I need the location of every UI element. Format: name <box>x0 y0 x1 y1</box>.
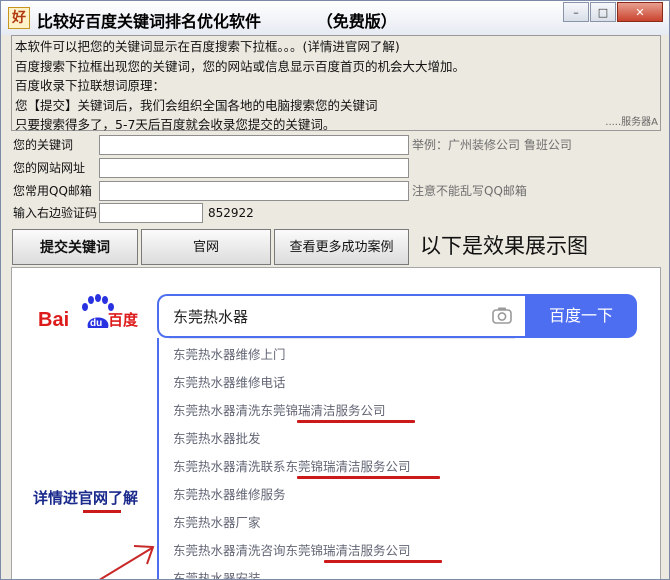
url-label: 您的网站网址 <box>13 161 86 175</box>
qq-email-input[interactable] <box>99 181 409 201</box>
logo-du: du <box>90 318 102 329</box>
more-cases-button[interactable]: 查看更多成功案例 <box>274 229 409 265</box>
suggestion-item: 东莞热水器维修电话 <box>173 375 286 390</box>
suggestion-item: 东莞热水器厂家 <box>173 515 261 530</box>
captcha-input[interactable] <box>99 203 203 223</box>
logo-bai: Bai <box>38 309 69 331</box>
info-line: 百度搜索下拉框出现您的关键词，您的网站或信息显示百度首页的机会大大增加。 <box>15 58 466 74</box>
camera-icon <box>492 307 512 324</box>
suggestion-dropdown: 东莞热水器维修上门 东莞热水器维修电话 东莞热水器清洗东莞锦瑞清洁服务公司 东莞… <box>157 338 525 580</box>
suggestion-item: 东莞热水器维修上门 <box>173 347 286 362</box>
title-bar[interactable]: 好 比较好百度关键词排名优化软件 （免费版） – □ ✕ <box>1 1 669 35</box>
highlight-underline <box>297 476 440 479</box>
server-label: .....服务器A <box>605 117 658 128</box>
effect-title: 以下是效果展示图 <box>420 234 588 258</box>
qq-hint: 注意不能乱写QQ邮箱 <box>412 184 527 198</box>
qq-label: 您常用QQ邮箱 <box>13 184 92 198</box>
info-line: 只要搜索得多了，5-7天后百度就会收录您提交的关键词。 <box>15 117 336 132</box>
keyword-label: 您的关键词 <box>13 138 74 152</box>
captcha-label: 输入右边验证码 <box>13 206 98 220</box>
suggestion-item: 东莞热水器维修服务 <box>173 487 286 502</box>
logo-cn: 百度 <box>108 311 138 329</box>
captcha-code: 852922 <box>208 206 254 220</box>
red-arrow-icon <box>99 545 155 579</box>
details-link-text: 详情进官网了解 <box>33 489 139 507</box>
info-line: 本软件可以把您的关键词显示在百度搜索下拉框。。。(详情进官网了解) <box>15 39 400 54</box>
url-input[interactable] <box>99 158 409 178</box>
details-underline <box>83 510 121 513</box>
demo-search-input: 东莞热水器 <box>157 294 525 338</box>
suggestion-item: 东莞热水器安装 <box>173 571 261 580</box>
suggestion-item: 东莞热水器清洗咨询东莞锦瑞清洁服务公司 <box>173 543 411 558</box>
divider <box>169 338 515 339</box>
app-logo-icon: 好 <box>8 7 30 29</box>
info-textarea[interactable]: 本软件可以把您的关键词显示在百度搜索下拉框。。。(详情进官网了解) 百度搜索下拉… <box>11 35 661 132</box>
maximize-button[interactable]: □ <box>590 2 616 22</box>
suggestion-item: 东莞热水器清洗联系东莞锦瑞清洁服务公司 <box>173 459 411 474</box>
demo-image-panel: Bai du 百度 东莞热水器 百度一下 东莞热水器维修上门 东莞热水器维修电话… <box>11 267 661 580</box>
highlight-underline <box>297 420 415 423</box>
suggestion-item: 东莞热水器清洗东莞锦瑞清洁服务公司 <box>173 403 386 418</box>
info-line: 您【提交】关键词后，我们会组织全国各地的电脑搜索您的关键词 <box>15 97 378 113</box>
window-title: 比较好百度关键词排名优化软件 （免费版） <box>37 12 397 31</box>
keyword-input[interactable] <box>99 135 409 155</box>
close-button[interactable]: ✕ <box>617 2 663 22</box>
suggestion-item: 东莞热水器批发 <box>173 431 261 446</box>
app-window: 好 比较好百度关键词排名优化软件 （免费版） – □ ✕ 本软件可以把您的关键词… <box>0 0 670 580</box>
search-query: 东莞热水器 <box>173 308 249 326</box>
highlight-underline <box>324 560 442 563</box>
info-line: 百度收录下拉联想词原理： <box>15 78 166 93</box>
minimize-button[interactable]: – <box>563 2 589 22</box>
baidu-logo: Bai du 百度 <box>38 294 138 331</box>
official-site-button[interactable]: 官网 <box>141 229 271 265</box>
demo-search-button: 百度一下 <box>525 294 637 338</box>
keyword-hint: 举例：广州装修公司 鲁班公司 <box>412 138 572 152</box>
submit-keyword-button[interactable]: 提交关键词 <box>12 229 138 265</box>
